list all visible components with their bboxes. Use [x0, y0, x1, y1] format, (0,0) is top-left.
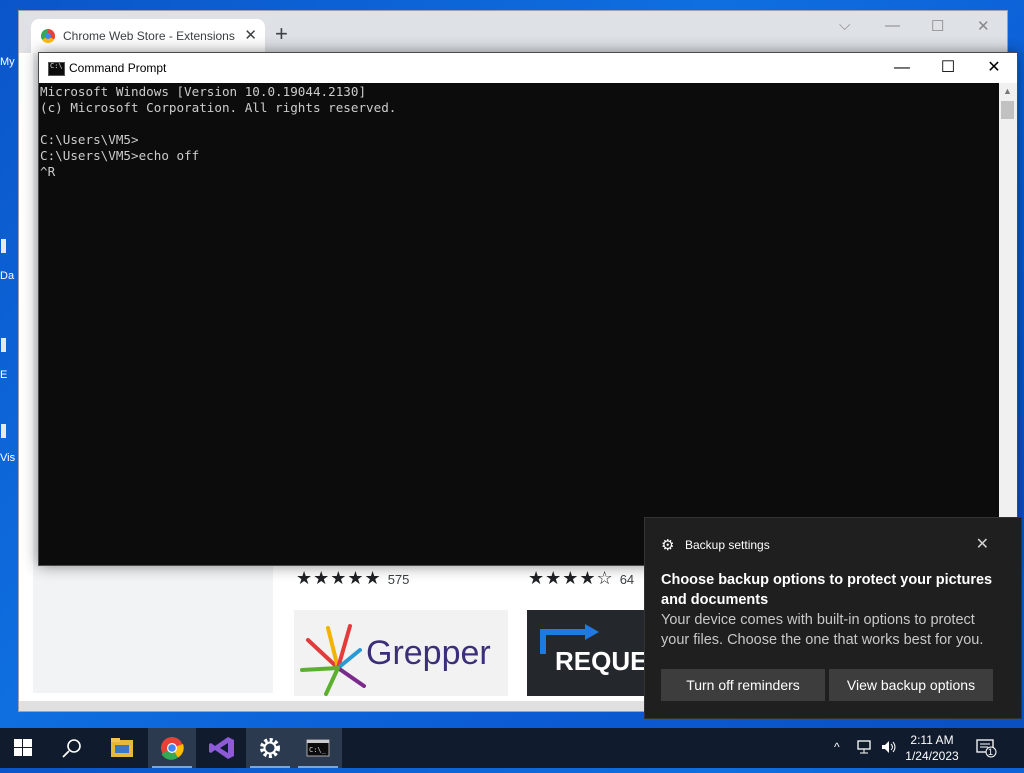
new-tab-button[interactable]: + [275, 23, 288, 45]
cmd-vertical-scrollbar[interactable]: ▲ ▼ [999, 83, 1017, 565]
request-wordmark: REQUE [555, 646, 647, 676]
backup-notification[interactable]: ⚙ Backup settings ✕ Choose backup option… [644, 517, 1022, 719]
notification-close-icon[interactable]: ✕ [976, 534, 989, 554]
cmd-minimize-button[interactable]: — [879, 53, 925, 83]
grepper-wordmark: Grepper [366, 634, 491, 672]
system-clock[interactable]: 2:11 AM 1/24/2023 [902, 732, 962, 764]
cmd-title: Command Prompt [69, 61, 167, 75]
rating-count: 64 [619, 572, 635, 587]
show-hidden-icons-button[interactable]: ^ [834, 740, 840, 754]
notification-count-badge: 1 [988, 747, 994, 757]
search-icon [62, 739, 81, 758]
chrome-minimize-button[interactable]: — [885, 17, 900, 34]
desktop-icon-label: Da [0, 270, 15, 282]
desktop-icon-da[interactable]: Da [0, 238, 18, 282]
command-prompt-icon: C:\_ [306, 739, 330, 757]
chrome-close-button[interactable]: ✕ [977, 17, 990, 35]
action-center-icon[interactable] [976, 738, 998, 761]
windows-logo-icon [14, 739, 32, 756]
chrome-taskbar-button[interactable] [148, 728, 196, 768]
rating-count: 575 [387, 572, 410, 587]
clock-date: 1/24/2023 [905, 749, 959, 763]
browser-tab[interactable]: Chrome Web Store - Extensions ✕ [31, 19, 265, 53]
console-output[interactable]: Microsoft Windows [Version 10.0.19044.21… [39, 83, 999, 565]
settings-taskbar-button[interactable] [246, 728, 294, 768]
network-icon[interactable] [856, 739, 874, 758]
taskbar: C:\_ ^ 2:11 AM 1/24/2023 1 [0, 728, 1024, 768]
scroll-up-icon[interactable]: ▲ [1003, 86, 1012, 96]
cmd-titlebar[interactable]: Command Prompt — ☐ ✕ [39, 53, 1017, 83]
file-icon [0, 238, 18, 268]
volume-icon[interactable] [880, 739, 898, 758]
command-prompt-window[interactable]: Command Prompt — ☐ ✕ Microsoft Windows [… [38, 52, 1018, 566]
notification-app-name: Backup settings [685, 538, 770, 552]
desktop-icon-my[interactable]: My [0, 56, 18, 68]
gear-icon: ⚙ [661, 537, 675, 554]
extension-card-request[interactable]: REQUE [527, 610, 647, 696]
scroll-thumb[interactable] [1001, 101, 1014, 119]
tab-close-icon[interactable]: ✕ [244, 26, 257, 44]
svg-text:C:\_: C:\_ [309, 746, 327, 754]
extension-card-grepper[interactable]: Grepper [294, 610, 508, 696]
turn-off-reminders-button[interactable]: Turn off reminders [661, 669, 825, 701]
file-icon [0, 420, 18, 450]
chrome-icon [161, 737, 184, 760]
cmd-close-button[interactable]: ✕ [971, 53, 1017, 83]
desktop-icon-label: My [0, 56, 15, 68]
star-rating-icon: ★★★★★ [296, 568, 382, 588]
cmd-maximize-button[interactable]: ☐ [925, 53, 971, 83]
rating-grepper: ★★★★★ 575 [296, 568, 409, 589]
file-explorer-icon [111, 738, 133, 757]
desktop-icon-label: E [0, 369, 8, 381]
command-prompt-taskbar-button[interactable]: C:\_ [294, 728, 342, 768]
rating-request: ★★★★☆ 64 [528, 568, 634, 589]
start-button[interactable] [0, 728, 48, 768]
file-icon [0, 337, 18, 367]
file-explorer-button[interactable] [98, 728, 146, 768]
visual-studio-icon [209, 737, 234, 759]
search-button[interactable] [48, 728, 96, 768]
tab-title: Chrome Web Store - Extensions [63, 29, 235, 43]
settings-icon [260, 738, 280, 758]
star-rating-icon: ★★★★☆ [528, 568, 614, 588]
chrome-web-store-icon [41, 29, 55, 43]
grepper-logo-icon [300, 624, 366, 696]
notification-body: Your device comes with built-in options … [661, 612, 984, 648]
desktop-icon-e[interactable]: E [0, 337, 18, 381]
tab-search-icon[interactable]: ⌵ [839, 17, 850, 34]
notification-heading: Choose backup options to protect your pi… [661, 572, 993, 608]
desktop-icon-label: Vis [0, 452, 16, 464]
visual-studio-button[interactable] [198, 728, 246, 768]
view-backup-options-button[interactable]: View backup options [829, 669, 993, 701]
desktop-icon-vis[interactable]: Vis [0, 420, 18, 464]
command-prompt-icon [48, 62, 65, 76]
chrome-maximize-button[interactable]: ☐ [931, 17, 944, 35]
clock-time: 2:11 AM [910, 733, 954, 747]
